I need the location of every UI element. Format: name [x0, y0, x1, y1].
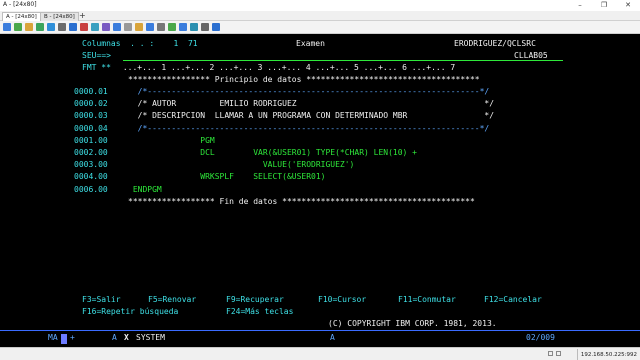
sequence-number[interactable]: 0002.00 — [74, 147, 108, 159]
source-line: 0002.00 DCL VAR(&USER01) TYPE(*CHAR) LEN… — [0, 147, 640, 159]
end-data-marker: ****************** Fin de datos ********… — [128, 197, 475, 206]
sequence-number[interactable]: 0004.00 — [74, 171, 108, 183]
download-icon[interactable] — [47, 23, 55, 31]
operator-info-area: MA + A X SYSTEM A 02/009 — [0, 332, 640, 344]
source-line: 0001.00 PGM — [0, 135, 640, 147]
font-icon[interactable] — [146, 23, 154, 31]
paste-icon[interactable] — [14, 23, 22, 31]
keypad-icon[interactable] — [124, 23, 132, 31]
title-bar: A - [24x80] – ❐ ✕ — [0, 0, 640, 11]
source-text[interactable]: /* AUTOR EMILIO RODRIGUEZ */ — [128, 98, 494, 110]
source-text[interactable]: /* DESCRIPCION LLAMAR A UN PROGRAMA CON … — [128, 110, 494, 122]
source-text[interactable]: VALUE('ERODRIGUEZ') — [128, 159, 355, 171]
help-icon[interactable] — [69, 23, 77, 31]
source-line: 0004.00 WRKSPLF SELECT(&USER01) — [0, 171, 640, 183]
format-label: FMT ** — [82, 63, 111, 72]
color-icon[interactable] — [135, 23, 143, 31]
toolbar — [0, 21, 640, 34]
play-icon[interactable] — [91, 23, 99, 31]
fkey-f11[interactable]: F11=Conmutar — [398, 294, 456, 306]
column-ruler: ...+... 1 ...+... 2 ...+... 3 ...+... 4 … — [118, 63, 456, 72]
macro-icon[interactable] — [113, 23, 121, 31]
copy-icon[interactable] — [3, 23, 11, 31]
source-text[interactable]: WRKSPLF SELECT(&USER01) — [128, 171, 325, 183]
print-icon[interactable] — [25, 23, 33, 31]
sequence-number[interactable]: 0001.00 — [74, 135, 108, 147]
oia-plus: + — [70, 333, 75, 342]
screen-title: Examen — [296, 39, 325, 48]
window-icon[interactable] — [179, 23, 187, 31]
properties-icon[interactable] — [157, 23, 165, 31]
close-button[interactable]: ✕ — [620, 0, 636, 11]
oia-insert-mode: A — [330, 333, 335, 342]
source-text[interactable]: ENDPGM — [128, 184, 162, 196]
source-line: 0003.00 VALUE('ERODRIGUEZ') — [0, 159, 640, 171]
sequence-number[interactable]: 0000.02 — [74, 98, 108, 110]
stop-icon[interactable] — [102, 23, 110, 31]
source-line: 0000.03 /* DESCRIPCION LLAMAR A UN PROGR… — [0, 110, 640, 122]
source-text[interactable]: /*--------------------------------------… — [128, 86, 490, 98]
connection-icon — [556, 351, 561, 356]
tab-session-b[interactable]: B - [24x80] — [40, 12, 79, 21]
member-name: CLLAB05 — [514, 51, 548, 60]
function-keys-row-2: F16=Repetir búsqueda F24=Más teclas — [0, 306, 640, 318]
text-cursor — [61, 333, 67, 345]
info-icon[interactable] — [212, 23, 220, 31]
fkey-f9[interactable]: F9=Recuperar — [226, 294, 284, 306]
upload-icon[interactable] — [36, 23, 44, 31]
fkey-f16[interactable]: F16=Repetir búsqueda — [82, 306, 178, 318]
settings-icon[interactable] — [58, 23, 66, 31]
sequence-number[interactable]: 0000.04 — [74, 123, 108, 135]
begin-data-marker: ***************** Principio de datos ***… — [128, 75, 480, 84]
cursor-position: 02/009 — [526, 333, 555, 342]
source-text[interactable]: DCL VAR(&USER01) TYPE(*CHAR) LEN(10) + — [128, 147, 417, 159]
sequence-number[interactable]: 0000.01 — [74, 86, 108, 98]
seu-command-input[interactable] — [123, 50, 563, 61]
network-icon[interactable] — [190, 23, 198, 31]
source-line: 0000.02 /* AUTOR EMILIO RODRIGUEZ */ — [0, 98, 640, 110]
sequence-number[interactable]: 0000.03 — [74, 110, 108, 122]
keyboard-icon[interactable] — [201, 23, 209, 31]
record-icon[interactable] — [80, 23, 88, 31]
oia-keyboard-shift: A — [112, 333, 117, 342]
source-line: 0000.04 /*------------------------------… — [0, 123, 640, 135]
source-line: 0006.00 ENDPGM — [0, 184, 640, 196]
fkey-f12[interactable]: F12=Cancelar — [484, 294, 542, 306]
fkey-f5[interactable]: F5=Renovar — [148, 294, 196, 306]
status-bar: 192.168.50.225:992 — [0, 347, 640, 360]
source-line: 0000.01 /*------------------------------… — [0, 86, 640, 98]
sequence-number[interactable]: 0003.00 — [74, 159, 108, 171]
terminal-screen[interactable]: Columnas . . : 1 71 Examen ERODRIGUEZ/QC… — [0, 34, 640, 347]
oia-separator — [0, 330, 640, 331]
maximize-button[interactable]: ❐ — [596, 0, 612, 11]
source-text[interactable]: /*--------------------------------------… — [128, 123, 490, 135]
oia-system-status: SYSTEM — [136, 333, 165, 342]
fkey-f24[interactable]: F24=Más teclas — [226, 306, 293, 318]
transfer-icon[interactable] — [168, 23, 176, 31]
sequence-number[interactable]: 0006.00 — [74, 184, 108, 196]
function-keys-row-1: F3=Salir F5=Renovar F9=Recuperar F10=Cur… — [0, 294, 640, 306]
fkey-f3[interactable]: F3=Salir — [82, 294, 121, 306]
tab-session-a[interactable]: A - [24x80] — [2, 12, 41, 21]
host-address: 192.168.50.225:992 — [576, 349, 640, 360]
session-tab-bar: A - [24x80] B - [24x80] + — [0, 11, 640, 21]
minimize-button[interactable]: – — [572, 0, 588, 11]
columns-indicator: Columnas . . : 1 71 — [82, 39, 198, 48]
source-file-path: ERODRIGUEZ/QCLSRC — [454, 39, 536, 48]
source-text[interactable]: PGM — [128, 135, 214, 147]
oia-message-indicator: MA — [48, 333, 58, 342]
add-tab-button[interactable]: + — [79, 11, 86, 21]
oia-input-inhibited: X — [124, 333, 129, 342]
seu-command-prompt: SEU==> — [82, 51, 111, 60]
copyright-notice: (C) COPYRIGHT IBM CORP. 1981, 2013. — [328, 319, 497, 328]
lock-icon — [548, 351, 553, 356]
fkey-f10[interactable]: F10=Cursor — [318, 294, 366, 306]
window-title: A - [24x80] — [3, 1, 37, 8]
